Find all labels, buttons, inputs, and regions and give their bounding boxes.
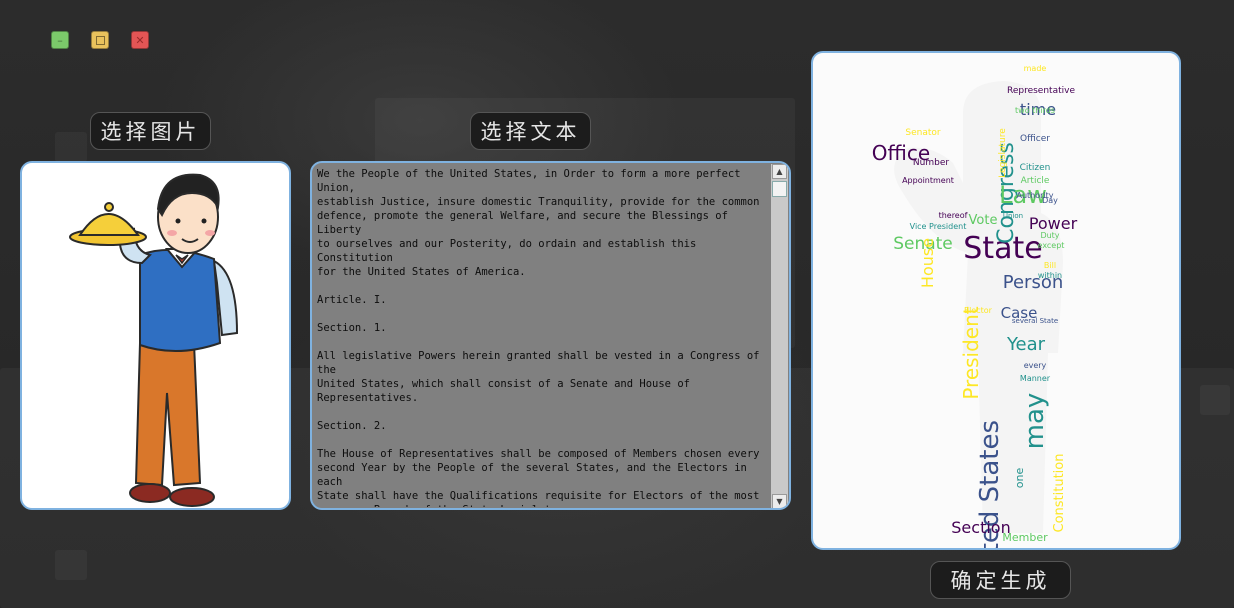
word-cloud-word: two thirds: [1015, 106, 1055, 115]
word-cloud-word: thereof: [939, 211, 968, 220]
triangle-up-icon: ▲: [776, 167, 783, 176]
maximize-button[interactable]: [91, 31, 109, 49]
image-preview[interactable]: [20, 161, 291, 510]
scroll-thumb[interactable]: [772, 181, 787, 197]
word-cloud-word: Appointment: [902, 176, 954, 185]
maximize-icon: [95, 35, 105, 45]
word-cloud-word: Union: [1003, 212, 1023, 220]
word-cloud-word: Day: [1042, 196, 1058, 205]
generate-button[interactable]: 确定生成: [930, 561, 1071, 599]
word-cloud-word: except: [1038, 241, 1065, 250]
text-preview[interactable]: We the People of the United States, in O…: [310, 161, 791, 510]
word-cloud-word: one: [1013, 468, 1026, 489]
word-cloud-word: Vote: [969, 213, 998, 228]
minimize-button[interactable]: –: [51, 31, 69, 49]
triangle-down-icon: ▼: [776, 497, 783, 506]
close-icon: ✕: [135, 33, 145, 47]
word-cloud-word: Duty: [1040, 231, 1059, 240]
word-cloud-word: Representative: [1007, 86, 1075, 96]
word-cloud-word: within: [1038, 271, 1062, 280]
word-cloud-word: Constitution: [1052, 454, 1067, 533]
word-cloud-word: Legislature: [998, 128, 1008, 178]
choose-text-button[interactable]: 选择文本: [470, 112, 591, 150]
text-content[interactable]: We the People of the United States, in O…: [317, 167, 769, 507]
word-cloud-word: Officer: [1020, 134, 1050, 144]
scroll-up-arrow[interactable]: ▲: [772, 164, 787, 179]
word-cloud-word: Number: [913, 158, 949, 168]
word-cloud-word: Member: [1002, 531, 1048, 544]
close-button[interactable]: ✕: [131, 31, 149, 49]
word-cloud-word: House: [918, 238, 937, 288]
waiter-illustration: [69, 173, 239, 507]
minimize-icon: –: [57, 33, 63, 47]
word-cloud-word: Vice President: [910, 222, 967, 231]
word-cloud-word: Year: [1006, 334, 1046, 355]
word-cloud-image: StateUnited StatesCongressLawPresidentOf…: [872, 64, 1078, 548]
word-cloud-word: Manner: [1020, 374, 1051, 383]
word-cloud-word: Senator: [905, 128, 941, 138]
word-cloud-word: Bill: [1044, 261, 1056, 270]
word-cloud-word: may: [1020, 393, 1050, 450]
scroll-down-arrow[interactable]: ▼: [772, 494, 787, 508]
word-cloud-word: every: [1024, 361, 1047, 370]
word-cloud-preview[interactable]: State United States Congress Law President Of…: [811, 51, 1181, 550]
choose-image-button[interactable]: 选择图片: [90, 112, 211, 150]
word-cloud-word: several State: [1012, 317, 1058, 325]
word-cloud-word: made: [1024, 64, 1047, 73]
word-cloud-word: Citizen: [1020, 163, 1051, 173]
word-cloud-word: President: [959, 306, 983, 399]
vertical-scrollbar[interactable]: ▲ ▼: [771, 164, 788, 508]
word-cloud-word: Elector: [964, 306, 993, 315]
word-cloud-word: Article: [1021, 176, 1050, 186]
